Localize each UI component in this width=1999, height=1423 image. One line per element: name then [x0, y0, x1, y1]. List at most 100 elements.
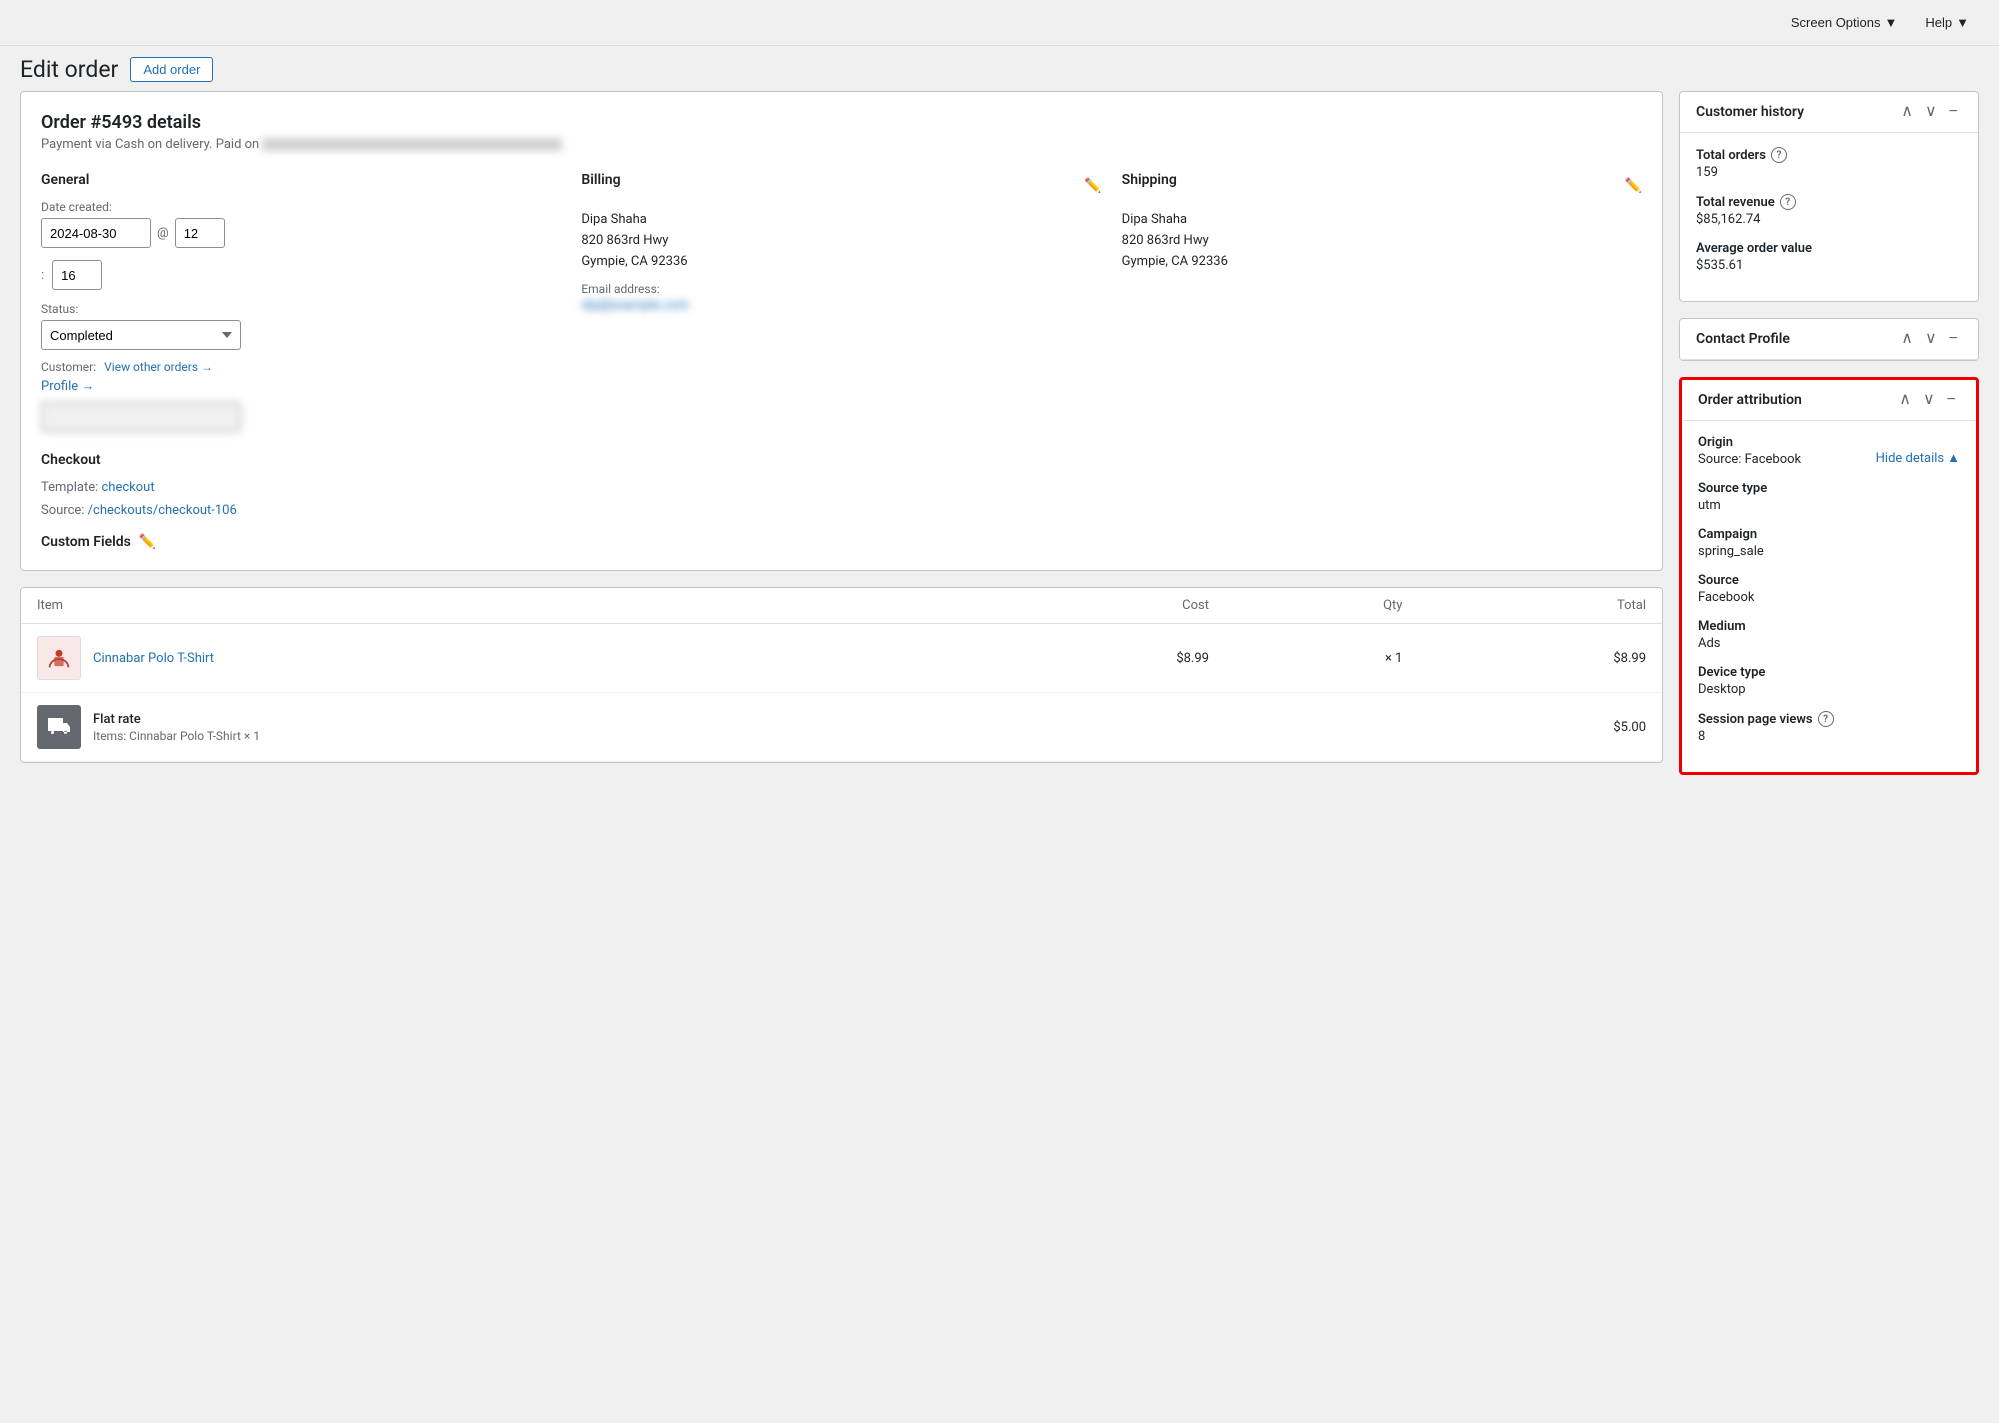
contact-profile-down-btn[interactable]: ∨	[1921, 331, 1941, 347]
page-title: Edit order	[20, 56, 118, 83]
product-thumbnail	[37, 636, 81, 680]
device-type-label: Device type	[1698, 665, 1960, 680]
source-type-row: Source type utm	[1698, 481, 1960, 513]
shipping-total: $5.00	[1418, 693, 1662, 762]
minute-input[interactable]	[52, 260, 102, 290]
customer-history-title: Customer history	[1696, 104, 1804, 120]
billing-label: Billing	[581, 172, 620, 188]
help-label: Help	[1925, 15, 1952, 30]
total-orders-row: Total orders ? 159	[1696, 147, 1962, 180]
shipping-cell: Flat rate Items: Cinnabar Polo T-Shirt ×…	[21, 693, 981, 762]
chevron-up-icon: ▲	[1947, 450, 1960, 466]
shipping-thumbnail	[37, 705, 81, 749]
status-select[interactable]: Completed Pending payment Processing On …	[41, 320, 241, 350]
table-row: Cinnabar Polo T-Shirt $8.99 × 1 $8.99	[21, 624, 1662, 693]
panel-collapse-up-btn[interactable]: ∧	[1897, 104, 1917, 120]
items-card: Item Cost Qty Total	[20, 587, 1663, 763]
col-total: Total	[1418, 588, 1662, 624]
order-attribution-header: Order attribution ∧ ∨ −	[1682, 380, 1976, 421]
col-cost: Cost	[981, 588, 1225, 624]
contact-profile-up-btn[interactable]: ∧	[1897, 331, 1917, 347]
avg-order-value-label: Average order value	[1696, 241, 1812, 256]
page-header: Edit order Add order	[0, 46, 1999, 91]
flat-rate-name: Flat rate	[93, 712, 260, 727]
contact-profile-controls: ∧ ∨ −	[1897, 331, 1962, 347]
customer-input-row	[41, 402, 561, 432]
col-item: Item	[21, 588, 981, 624]
email-value: dip@example.com	[581, 298, 1101, 313]
hide-details-link[interactable]: Hide details ▲	[1876, 450, 1960, 466]
custom-fields-label: Custom Fields	[41, 534, 131, 550]
panel-close-btn[interactable]: −	[1945, 104, 1962, 120]
product-total: $8.99	[1418, 624, 1662, 693]
order-fields-grid: General Date created: @ : Status: Comple…	[41, 172, 1642, 432]
billing-section: Billing ✏️ Dipa Shaha 820 863rd Hwy Gymp…	[581, 172, 1101, 432]
date-input[interactable]	[41, 218, 151, 248]
hour-input[interactable]	[175, 218, 225, 248]
general-label: General	[41, 172, 561, 188]
device-type-row: Device type Desktop	[1698, 665, 1960, 697]
order-attribution-close-btn[interactable]: −	[1943, 392, 1960, 408]
screen-options-label: Screen Options	[1791, 15, 1881, 30]
shipping-edit-icon[interactable]: ✏️	[1625, 178, 1642, 194]
medium-row: Medium Ads	[1698, 619, 1960, 651]
billing-header: Billing ✏️	[581, 172, 1101, 200]
col-qty: Qty	[1225, 588, 1418, 624]
order-attribution-title: Order attribution	[1698, 392, 1802, 408]
product-cost: $8.99	[981, 624, 1225, 693]
campaign-value: spring_sale	[1698, 544, 1960, 559]
billing-address: Dipa Shaha 820 863rd Hwy Gympie, CA 9233…	[581, 210, 1101, 272]
order-subtitle: Payment via Cash on delivery. Paid on	[41, 137, 1642, 152]
session-page-views-row: Session page views ? 8	[1698, 711, 1960, 744]
session-page-views-info-icon[interactable]: ?	[1818, 711, 1834, 727]
shipping-address: Dipa Shaha 820 863rd Hwy Gympie, CA 9233…	[1122, 210, 1642, 272]
contact-profile-panel: Contact Profile ∧ ∨ −	[1679, 318, 1979, 361]
order-details-card: Order #5493 details Payment via Cash on …	[20, 91, 1663, 571]
product-cell: Cinnabar Polo T-Shirt	[21, 624, 981, 693]
profile-link[interactable]: Profile →	[41, 379, 94, 394]
custom-fields-row: Custom Fields ✏️	[41, 534, 1642, 550]
checkout-section: Checkout Template: checkout Source: /che…	[41, 452, 1642, 518]
email-label: Email address:	[581, 282, 1101, 296]
custom-fields-pencil-icon[interactable]: ✏️	[139, 534, 156, 550]
paid-on-date-blurred	[262, 138, 562, 151]
campaign-label: Campaign	[1698, 527, 1960, 542]
panel-collapse-down-btn[interactable]: ∨	[1921, 104, 1941, 120]
screen-options-button[interactable]: Screen Options ▼	[1781, 11, 1907, 34]
total-orders-info-icon[interactable]: ?	[1771, 147, 1787, 163]
product-name-link[interactable]: Cinnabar Polo T-Shirt	[93, 651, 214, 666]
items-table: Item Cost Qty Total	[21, 588, 1662, 762]
add-order-button[interactable]: Add order	[130, 57, 213, 82]
total-revenue-info-icon[interactable]: ?	[1780, 194, 1796, 210]
shipping-header: Shipping ✏️	[1122, 172, 1642, 200]
billing-edit-icon[interactable]: ✏️	[1084, 178, 1101, 194]
medium-label: Medium	[1698, 619, 1960, 634]
checkout-source-link[interactable]: /checkouts/checkout-106	[88, 503, 237, 518]
table-row: Flat rate Items: Cinnabar Polo T-Shirt ×…	[21, 693, 1662, 762]
chevron-down-icon: ▼	[1885, 15, 1898, 30]
general-section: General Date created: @ : Status: Comple…	[41, 172, 561, 432]
checkout-template-link[interactable]: checkout	[101, 480, 154, 495]
product-qty: × 1	[1225, 624, 1418, 693]
help-button[interactable]: Help ▼	[1915, 11, 1979, 34]
order-attribution-down-btn[interactable]: ∨	[1919, 392, 1939, 408]
checkout-template-row: Template: checkout	[41, 480, 1642, 495]
campaign-row: Campaign spring_sale	[1698, 527, 1960, 559]
order-attribution-controls: ∧ ∨ −	[1895, 392, 1960, 408]
source-type-label: Source type	[1698, 481, 1960, 496]
date-row: @	[41, 218, 561, 248]
customer-history-header: Customer history ∧ ∨ −	[1680, 92, 1978, 133]
view-other-orders-link[interactable]: View other orders →	[104, 360, 213, 374]
source-value: Facebook	[1698, 590, 1960, 605]
contact-profile-title: Contact Profile	[1696, 331, 1790, 347]
customer-history-body: Total orders ? 159 Total revenue ? $85,1…	[1680, 133, 1978, 301]
shipping-label: Shipping	[1122, 172, 1177, 188]
colon-symbol: :	[41, 268, 44, 283]
contact-profile-close-btn[interactable]: −	[1945, 331, 1962, 347]
session-page-views-value: 8	[1698, 729, 1960, 744]
avg-order-value-row: Average order value $535.61	[1696, 241, 1962, 273]
origin-value: Source: Facebook	[1698, 452, 1801, 467]
source-type-value: utm	[1698, 498, 1960, 513]
order-attribution-up-btn[interactable]: ∧	[1895, 392, 1915, 408]
customer-search-input[interactable]	[41, 402, 241, 432]
